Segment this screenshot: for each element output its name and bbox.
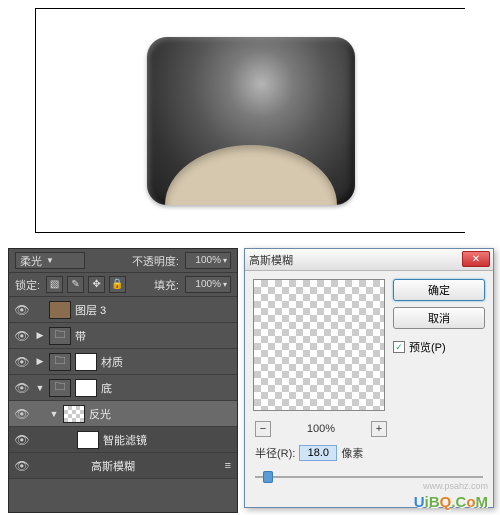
filter-options-icon[interactable]: ≡ bbox=[225, 460, 237, 472]
opacity-input[interactable]: 100%▾ bbox=[185, 252, 231, 269]
layer-row[interactable]: 👁 图层 3 bbox=[9, 297, 237, 323]
fill-label: 填充: bbox=[154, 277, 179, 293]
visibility-icon[interactable]: 👁 bbox=[13, 457, 31, 475]
blend-mode-select[interactable]: 柔光 ▼ bbox=[15, 252, 85, 269]
dialog-titlebar[interactable]: 高斯模糊 ✕ bbox=[245, 249, 493, 271]
layer-name: 材质 bbox=[101, 354, 237, 370]
slider-thumb[interactable] bbox=[263, 471, 273, 483]
lock-pixels-button[interactable]: ✎ bbox=[67, 276, 84, 293]
disclosure-icon[interactable]: ▶ bbox=[35, 356, 45, 367]
lock-all-button[interactable]: 🔒 bbox=[109, 276, 126, 293]
layer-name: 底 bbox=[101, 380, 237, 396]
layer-name: 带 bbox=[75, 328, 237, 344]
zoom-in-button[interactable]: + bbox=[371, 421, 387, 437]
opacity-label: 不透明度: bbox=[132, 253, 179, 269]
disclosure-icon[interactable]: ▼ bbox=[35, 383, 45, 393]
layer-name: 智能滤镜 bbox=[103, 432, 237, 448]
lock-position-button[interactable]: ✥ bbox=[88, 276, 105, 293]
wallet-shape bbox=[147, 37, 355, 205]
preview-area[interactable] bbox=[253, 279, 385, 411]
layer-thumbnail bbox=[63, 405, 85, 423]
lock-label: 锁定: bbox=[15, 277, 40, 293]
radius-label: 半径(R): bbox=[255, 445, 295, 461]
folder-icon: 🗀 bbox=[49, 327, 71, 345]
layer-row-selected[interactable]: 👁 ▼ 反光 bbox=[9, 401, 237, 427]
visibility-icon[interactable]: 👁 bbox=[13, 327, 31, 345]
layer-thumbnail bbox=[49, 301, 71, 319]
zoom-value: 100% bbox=[277, 423, 365, 435]
layers-list: 👁 图层 3 👁 ▶ 🗀 带 👁 ▶ 🗀 材质 👁 ▼ 🗀 底 👁 bbox=[9, 297, 237, 489]
preview-checkbox[interactable]: ✓ bbox=[393, 341, 405, 353]
filter-mask-thumbnail bbox=[77, 431, 99, 449]
blend-mode-label: 柔光 bbox=[20, 253, 42, 269]
radius-input[interactable] bbox=[299, 445, 337, 461]
zoom-out-button[interactable]: − bbox=[255, 421, 271, 437]
artboard bbox=[35, 8, 465, 233]
document-canvas bbox=[0, 0, 500, 242]
visibility-icon[interactable]: 👁 bbox=[13, 353, 31, 371]
layers-panel: 柔光 ▼ 不透明度: 100%▾ 锁定: ▧ ✎ ✥ 🔒 填充: 100%▾ 👁… bbox=[8, 248, 238, 513]
radius-unit: 像素 bbox=[341, 445, 363, 461]
preview-checkbox-label: 预览(P) bbox=[409, 339, 446, 355]
ok-button[interactable]: 确定 bbox=[393, 279, 485, 301]
layer-row[interactable]: 👁 ▶ 🗀 带 bbox=[9, 323, 237, 349]
disclosure-icon[interactable]: ▶ bbox=[35, 330, 45, 341]
visibility-icon[interactable]: 👁 bbox=[13, 379, 31, 397]
layer-name: 图层 3 bbox=[75, 302, 237, 318]
layer-row[interactable]: 👁 ▼ 🗀 底 bbox=[9, 375, 237, 401]
chevron-down-icon: ▼ bbox=[46, 256, 54, 265]
mask-thumbnail bbox=[75, 353, 97, 371]
layer-name: 反光 bbox=[89, 406, 237, 422]
slider-track bbox=[255, 476, 483, 478]
lock-transparency-button[interactable]: ▧ bbox=[46, 276, 63, 293]
fill-input[interactable]: 100%▾ bbox=[185, 276, 231, 293]
close-button[interactable]: ✕ bbox=[462, 251, 490, 267]
disclosure-icon[interactable]: ▼ bbox=[49, 409, 59, 419]
watermark-url: www.psahz.com bbox=[423, 481, 488, 491]
folder-icon: 🗀 bbox=[49, 353, 71, 371]
filter-row[interactable]: 👁 高斯模糊 ≡ bbox=[9, 453, 237, 479]
visibility-icon[interactable]: 👁 bbox=[13, 301, 31, 319]
smart-filter-row[interactable]: 👁 智能滤镜 bbox=[9, 427, 237, 453]
folder-icon: 🗀 bbox=[49, 379, 71, 397]
layer-name: 高斯模糊 bbox=[91, 458, 221, 474]
visibility-icon[interactable]: 👁 bbox=[13, 431, 31, 449]
cancel-button[interactable]: 取消 bbox=[393, 307, 485, 329]
layer-row[interactable]: 👁 ▶ 🗀 材质 bbox=[9, 349, 237, 375]
mask-thumbnail bbox=[75, 379, 97, 397]
visibility-icon[interactable]: 👁 bbox=[13, 405, 31, 423]
dialog-title: 高斯模糊 bbox=[249, 252, 293, 268]
watermark: UiBQ.CoM bbox=[414, 494, 488, 511]
gaussian-blur-dialog: 高斯模糊 ✕ 确定 取消 ✓ 预览(P) − 100% + 半径(R): 像素 bbox=[244, 248, 494, 508]
